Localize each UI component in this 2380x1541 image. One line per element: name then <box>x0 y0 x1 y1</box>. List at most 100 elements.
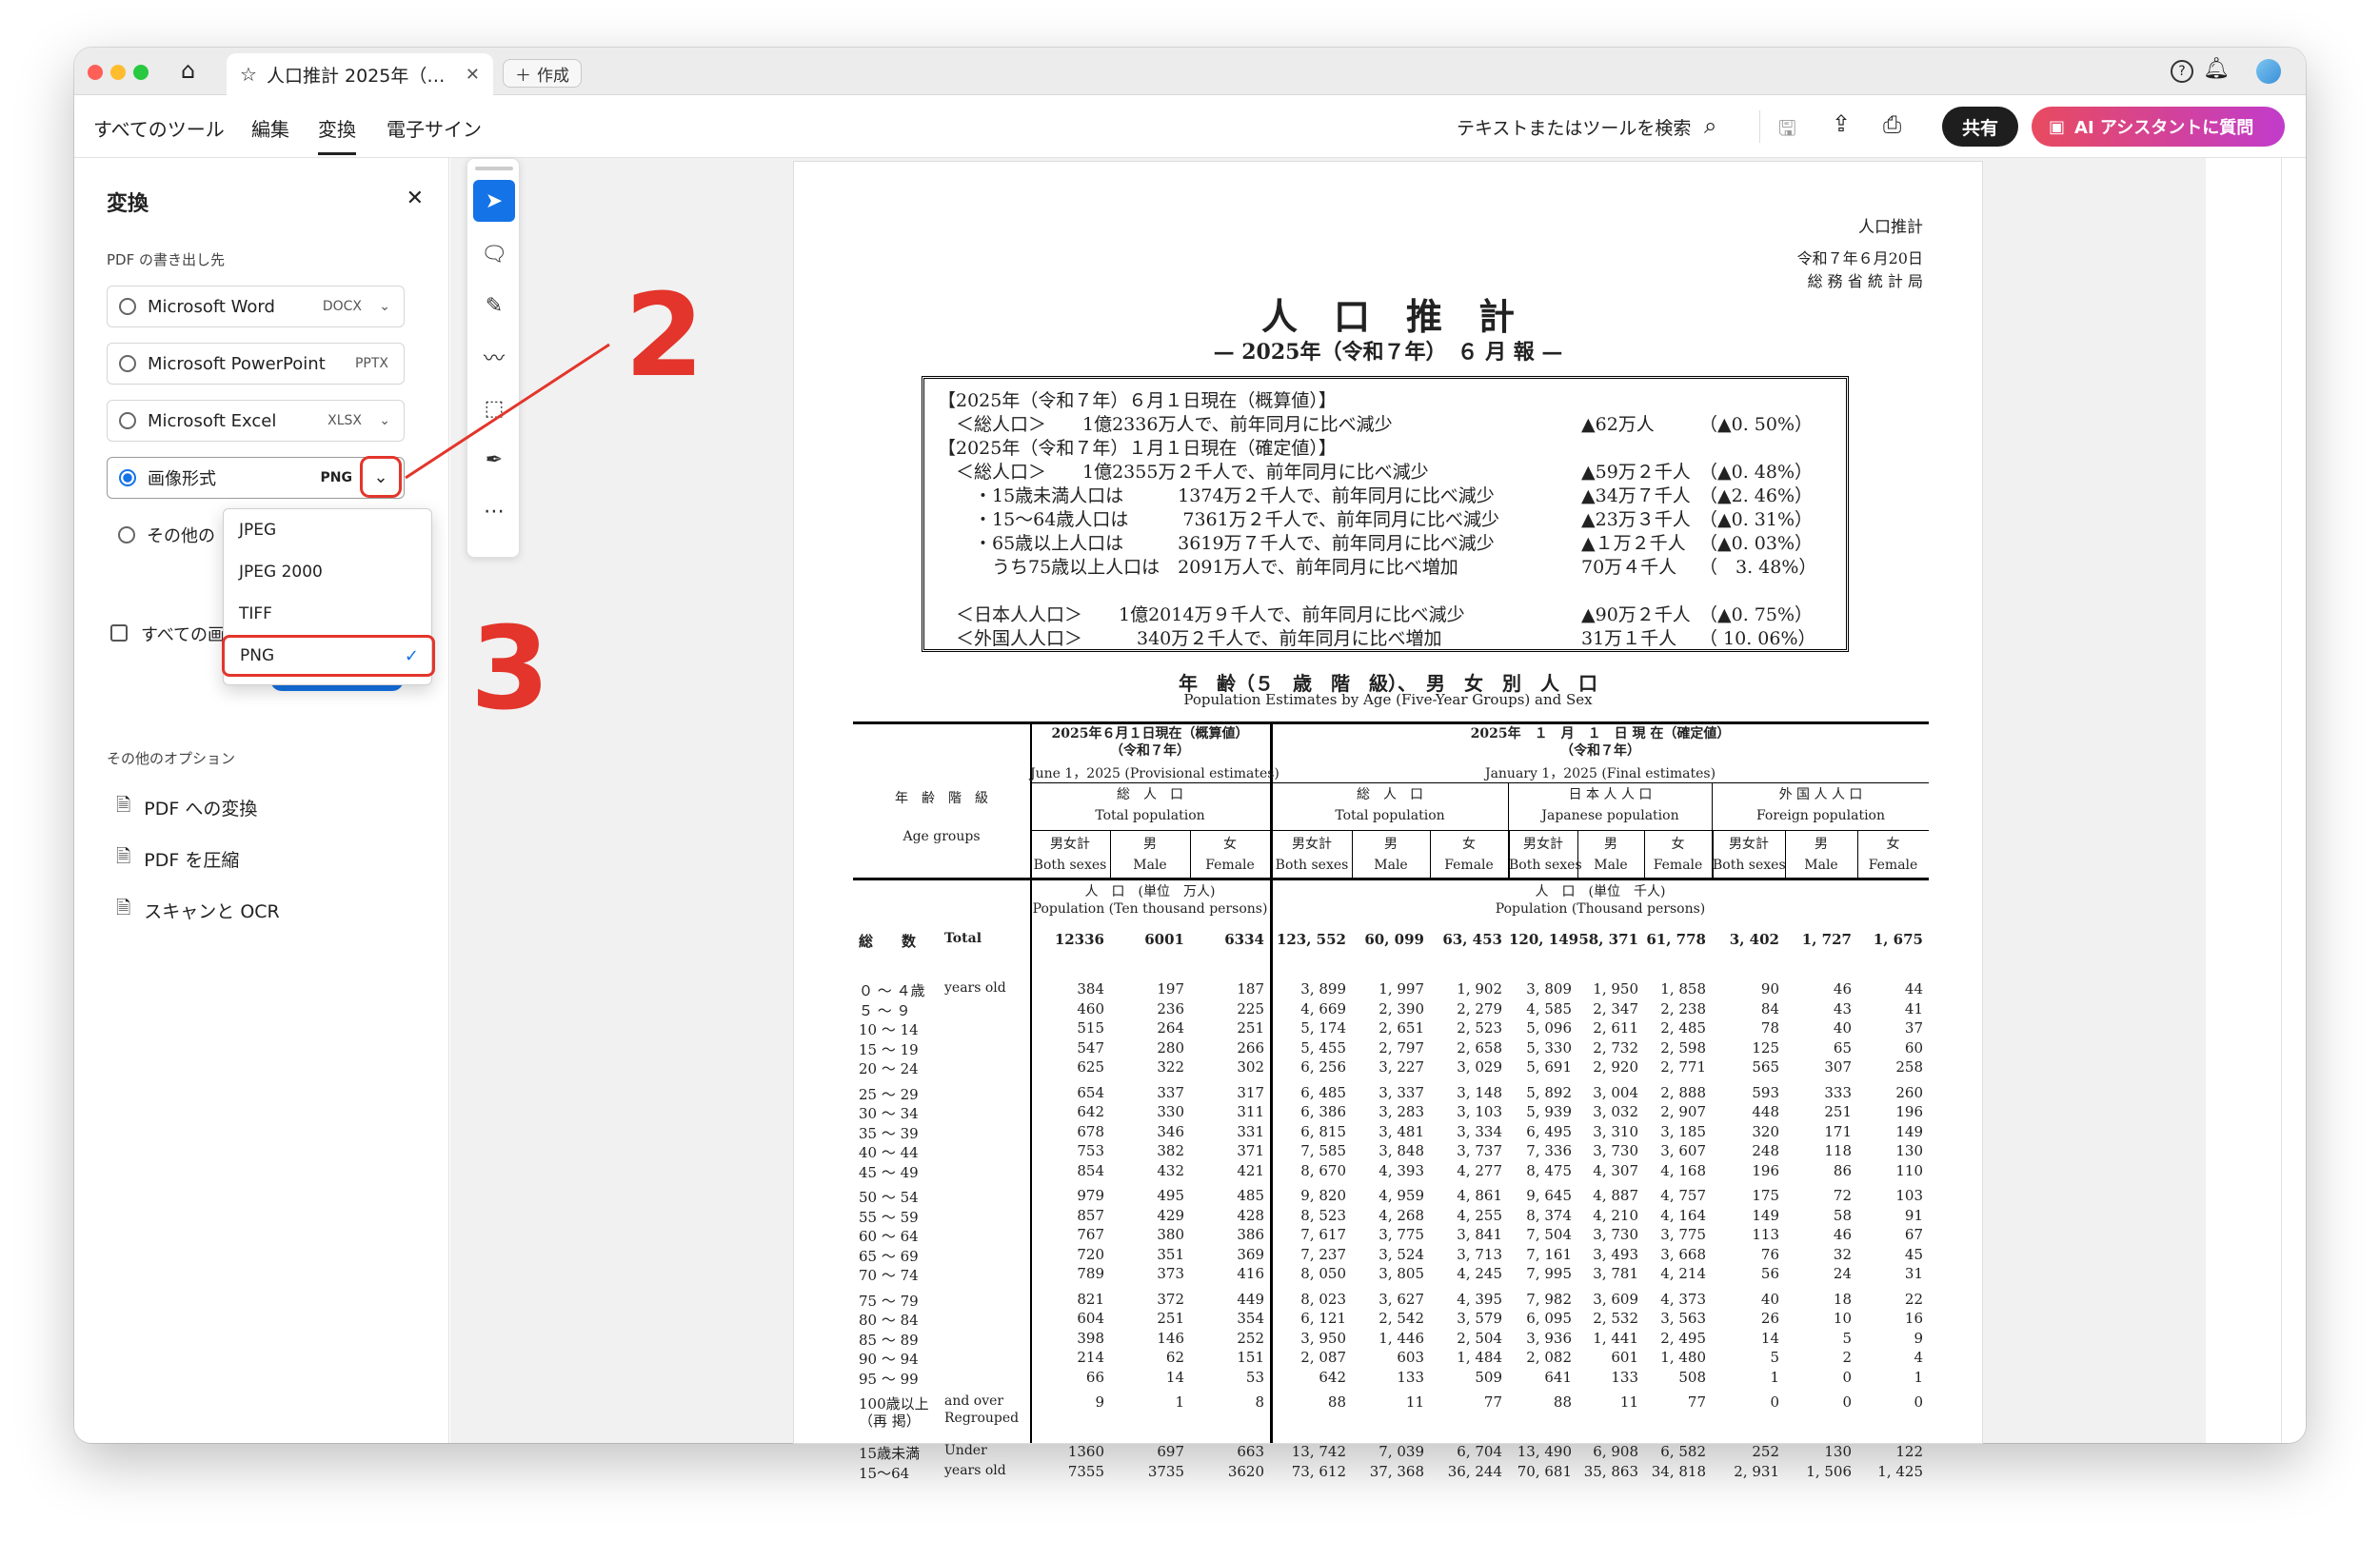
hdr-age-jp: 年 齢 階 級 <box>895 791 988 806</box>
radio-other[interactable] <box>118 526 135 543</box>
sign-icon[interactable]: ✒ <box>473 439 515 481</box>
table-cell: 509 <box>1475 1368 1502 1386</box>
table-cell: 6334 <box>1224 931 1264 948</box>
document-tab[interactable]: ☆ 人口推計 2025年（… ✕ <box>227 53 493 95</box>
all-pages-checkbox[interactable] <box>110 624 128 642</box>
maximize-window-button[interactable] <box>133 65 149 80</box>
rotate-icon[interactable]: ↻ <box>2282 1306 2306 1333</box>
table-cell: 9, 820 <box>1300 1187 1346 1204</box>
dropdown-item-jpeg2000[interactable]: JPEG 2000 <box>224 551 431 593</box>
hdr-female-en: Female <box>1868 858 1918 873</box>
dropdown-item-tiff[interactable]: TIFF <box>224 593 431 635</box>
radio-powerpoint[interactable] <box>119 355 136 372</box>
select-cursor-icon[interactable]: ➤ <box>473 180 515 222</box>
comments-icon[interactable]: 🗪︎ <box>2282 238 2306 277</box>
more-tools-icon[interactable]: ⋯ <box>473 490 515 532</box>
table-cell: 3, 579 <box>1457 1310 1502 1327</box>
table-cell: 3, 899 <box>1300 980 1346 998</box>
close-window-button[interactable] <box>88 65 103 80</box>
prev-page-icon[interactable]: ⌃ <box>2282 1218 2306 1245</box>
table-cell: 7, 161 <box>1526 1245 1572 1263</box>
table-cell: 460 <box>1077 999 1104 1017</box>
table-rule <box>1430 830 1431 878</box>
summary-change: ▲23万３千人 <box>1581 509 1691 530</box>
hdr-both-en: Both sexes <box>1033 858 1107 873</box>
table-row: 70 ～ 74 789 373 416 8, 050 3, 805 4, 245 7, 995… <box>853 1265 1929 1284</box>
menu-all-tools[interactable]: すべてのツール <box>93 114 225 142</box>
radio-word[interactable] <box>119 298 136 315</box>
table-cell: 8, 050 <box>1300 1265 1346 1282</box>
rail-drag-handle[interactable] <box>475 167 513 170</box>
table-cell: 3, 730 <box>1593 1226 1638 1243</box>
option-word[interactable]: Microsoft Word DOCX ⌄ <box>107 286 405 327</box>
close-panel-icon[interactable]: ✕ <box>407 187 424 210</box>
option-image[interactable]: 画像形式 PNG ⌄ <box>107 456 405 499</box>
home-icon[interactable]: ⌂ <box>181 57 195 84</box>
radio-image[interactable] <box>119 469 136 486</box>
avatar[interactable] <box>2256 59 2281 84</box>
star-icon[interactable]: ☆ <box>240 63 257 86</box>
table-cell: 767 <box>1077 1226 1104 1243</box>
radio-excel[interactable] <box>119 412 136 429</box>
table-cell: 4, 168 <box>1660 1161 1706 1179</box>
help-icon[interactable]: ? <box>2171 60 2193 83</box>
dropdown-item-png[interactable]: PNG ✓ <box>222 635 435 677</box>
unit2-en: Population (Thousand persons) <box>1495 901 1706 917</box>
share-button[interactable]: 共有 <box>1942 107 2018 147</box>
table-cell: 13, 490 <box>1517 1443 1572 1460</box>
minimize-window-button[interactable] <box>110 65 126 80</box>
add-comment-icon[interactable]: 🗨︎ <box>473 233 515 275</box>
search-tools-label[interactable]: テキストまたはツールを検索 <box>1457 114 1691 140</box>
bookmarks-icon[interactable]: 🔖︎ <box>2282 289 2306 316</box>
table-cell: 337 <box>1157 1083 1184 1101</box>
chevron-down-icon[interactable]: ⌄ <box>379 299 390 314</box>
convert-to-pdf-item[interactable]: 🗎︎ PDF への変換 <box>116 792 257 822</box>
print-icon[interactable]: ⎙ <box>1883 111 1901 138</box>
save-icon[interactable]: 🖫︎ <box>1778 112 1796 148</box>
table-cell: 3, 809 <box>1526 980 1572 998</box>
upload-cloud-icon[interactable]: ⇪ <box>1832 110 1851 137</box>
freehand-draw-icon[interactable]: 〰 <box>473 336 515 378</box>
option-excel[interactable]: Microsoft Excel XLSX ⌄ <box>107 400 405 442</box>
option-powerpoint-label: Microsoft PowerPoint <box>148 353 326 374</box>
scan-ocr-item[interactable]: 🗎︎ スキャンと OCR <box>116 895 280 925</box>
menu-edit[interactable]: 編集 <box>251 114 289 142</box>
table-cell: 654 <box>1077 1083 1104 1101</box>
table-cell: 65 <box>1833 1038 1852 1057</box>
table-cell: 8 <box>1255 1393 1264 1411</box>
new-tab-button[interactable]: ＋ 作成 <box>503 59 582 88</box>
format-chevron-down-icon[interactable]: ⌄ <box>360 456 402 498</box>
table-row: 90 ～ 94 214 62 151 2, 087 603 1, 484 2, 082 601 1… <box>853 1349 1929 1368</box>
table-cell: 3, 032 <box>1593 1103 1638 1120</box>
table-cell: 66 <box>1085 1368 1104 1386</box>
menu-esign[interactable]: 電子サイン <box>387 114 482 142</box>
table-cell: 2, 797 <box>1378 1038 1424 1057</box>
chevron-down-icon[interactable]: ⌄ <box>379 413 390 428</box>
highlight-pen-icon[interactable]: ✎ <box>473 285 515 326</box>
summary-change: ▲62万人 <box>1581 414 1655 435</box>
table-cell: 485 <box>1237 1187 1264 1204</box>
table-row: ５ ～ ９ 460 236 225 4, 669 2, 390 2, 279 4, 585 2,… <box>853 1000 1929 1019</box>
ai-assistant-button[interactable]: ▣ AI アシスタントに質問 <box>2032 107 2285 147</box>
table-cell: 24 <box>1833 1265 1852 1282</box>
close-tab-icon[interactable]: ✕ <box>466 65 480 85</box>
option-powerpoint[interactable]: Microsoft PowerPoint PPTX <box>107 343 405 385</box>
table-cell: 56 <box>1760 1265 1779 1282</box>
table-cell: 3735 <box>1147 1462 1184 1480</box>
text-select-icon[interactable]: ⬚ <box>473 387 515 429</box>
table-cell: 3, 668 <box>1660 1245 1706 1263</box>
search-icon[interactable]: ⌕ <box>1704 112 1716 139</box>
table-cell: 120, 149 <box>1509 931 1579 948</box>
menu-convert[interactable]: 変換 <box>318 114 356 142</box>
zoom-in-icon[interactable]: ⊕ <box>2282 1403 2306 1430</box>
bell-icon[interactable]: 🔔︎ <box>2203 57 2230 81</box>
next-page-icon[interactable]: ⌄ <box>2282 1258 2306 1285</box>
ai-generative-icon[interactable]: ▤ <box>2282 187 2306 213</box>
dropdown-item-jpeg[interactable]: JPEG <box>224 509 431 551</box>
pages-icon[interactable]: ❐ <box>2282 339 2306 365</box>
table-cell: 1360 <box>1067 1443 1104 1460</box>
compress-pdf-item[interactable]: 🗎︎ PDF を圧縮 <box>116 843 239 874</box>
fit-page-icon[interactable]: ⊡ <box>2282 1355 2306 1382</box>
table-cell: 7, 617 <box>1300 1226 1346 1243</box>
pdf-page[interactable]: 人口推計 令和７年６月20日 総 務 省 統 計 局 人 口 推 計 — 202… <box>794 162 1982 1482</box>
